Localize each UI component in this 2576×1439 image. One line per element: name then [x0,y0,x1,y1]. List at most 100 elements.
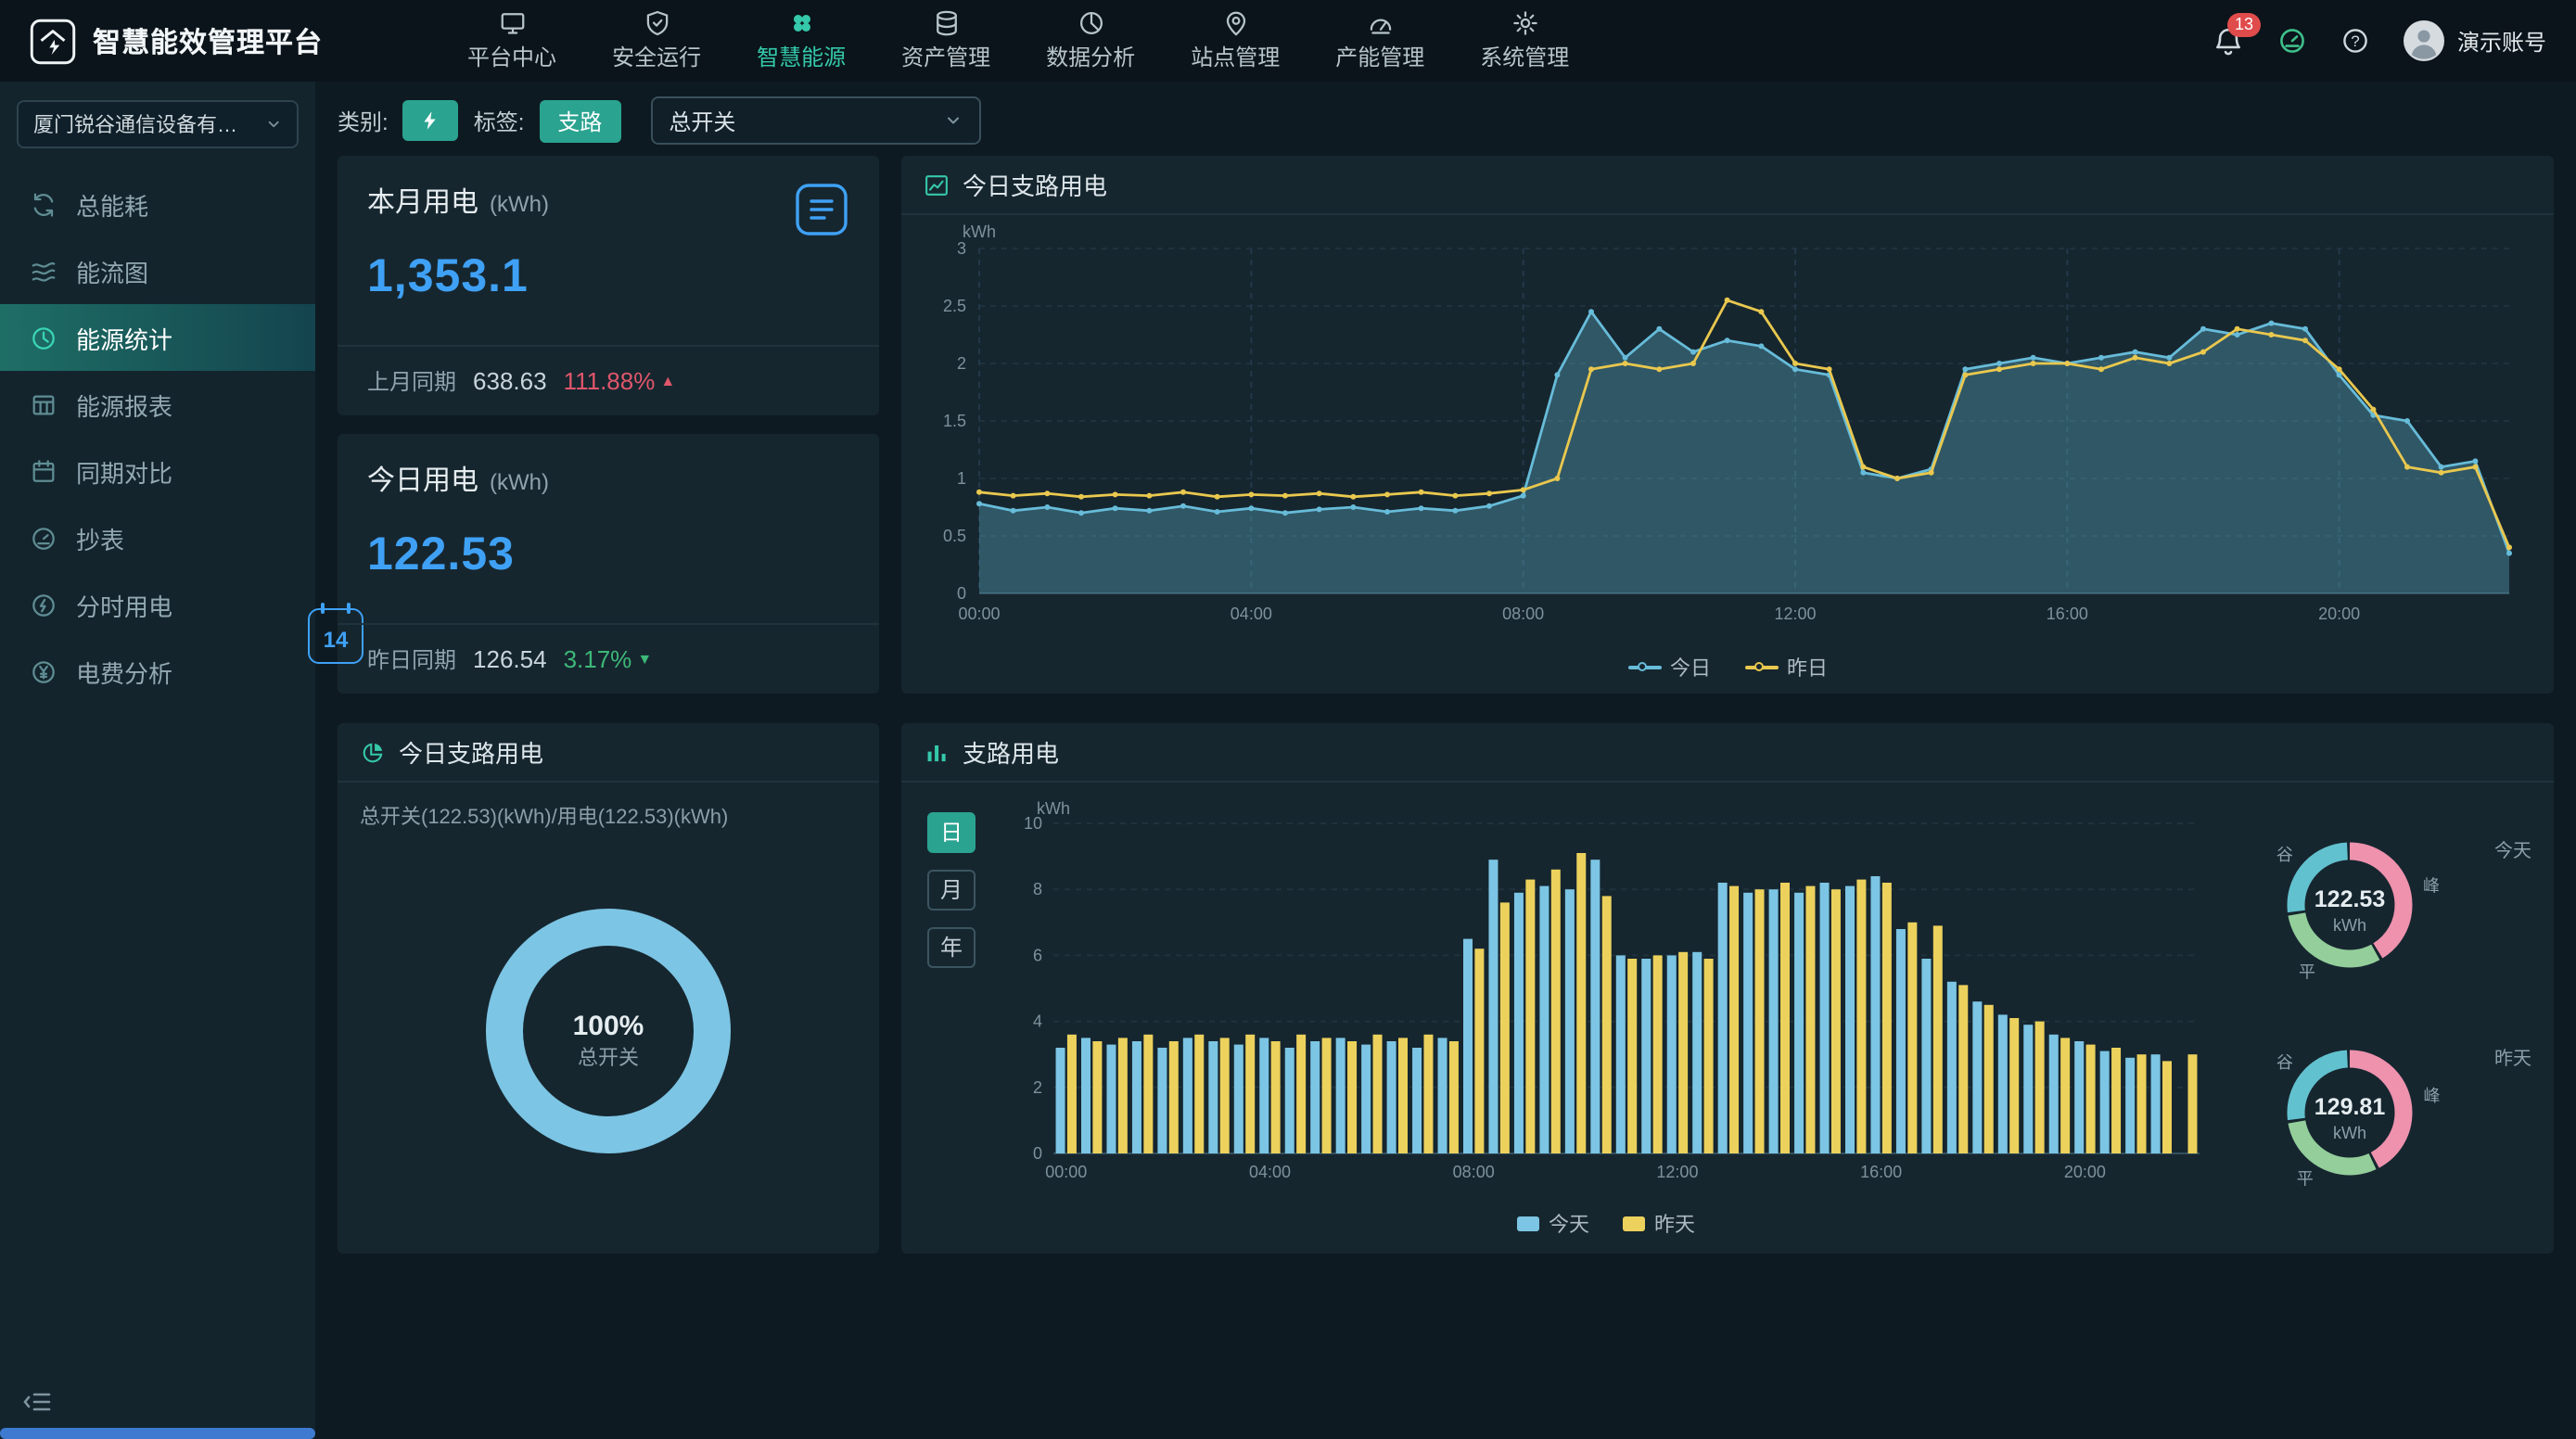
sidebar-item-period-compare[interactable]: 同期对比 [0,438,315,504]
filter-bar: 类别: 标签: 支路 总开关 [315,82,2576,145]
svg-text:0: 0 [1033,1144,1042,1163]
month-percent-value: 111.88% [564,367,656,395]
svg-text:峰: 峰 [2423,877,2440,896]
nav-item-asset-management[interactable]: 资产管理 [901,9,990,72]
line-chart-legend: 今日 昨日 [901,653,2554,682]
svg-text:12:00: 12:00 [1656,1163,1698,1181]
legend-line-marker [1627,666,1661,669]
legend-item-昨日[interactable]: 昨日 [1744,653,1828,682]
day-percent: 3.17% ▼ [564,645,653,673]
sidebar-item-label: 分时用电 [76,587,172,622]
legend-square-marker [1623,1216,1645,1231]
sidebar-item-energy-report[interactable]: 能源报表 [0,371,315,438]
svg-text:kWh: kWh [2333,1124,2366,1142]
svg-text:2: 2 [1033,1078,1042,1097]
sidebar-item-label: 能源统计 [76,320,172,355]
company-name: 厦门锐谷通信设备有限公司 [33,109,258,139]
legend-label: 今天 [1549,1209,1589,1239]
nav-item-label: 系统管理 [1480,41,1569,72]
sidebar-item-energy-stats[interactable]: 能源统计 [0,304,315,371]
asset-icon [932,9,960,37]
month-card-title: 本月用电 [367,182,478,221]
today-branch-donut-card: 今日支路用电 总开关(122.53)(kWh)/用电(122.53)(kWh) … [338,723,879,1254]
month-usage-value: 1,353.1 [367,250,849,304]
sidebar-item-meter-reading[interactable]: 抄表 [0,504,315,571]
today-usage-card: 今日用电 (kWh) 122.53 14 昨日同期 126.54 3.17% ▼ [338,434,879,694]
nav-item-label: 智慧能源 [757,41,846,72]
app-logo-icon [30,18,76,64]
svg-text:2.5: 2.5 [943,297,966,315]
svg-text:4: 4 [1033,1012,1042,1031]
branch-usage-bar-card: 支路用电 日月年 024681000:0004:0008:0012:0016:0… [901,723,2554,1254]
account-menu[interactable]: 演示账号 [2404,20,2546,61]
site-icon [1221,9,1249,37]
sidebar-item-energy-flow[interactable]: 能流图 [0,237,315,304]
nav-item-capacity-management[interactable]: 产能管理 [1335,9,1424,72]
sidebar-collapse-button[interactable] [22,1387,52,1417]
energy-stats-icon [30,324,57,351]
nav-item-system-management[interactable]: 系统管理 [1480,9,1569,72]
sidebar-item-label: 能源报表 [76,387,172,422]
chevron-down-icon [265,115,282,134]
monitor-gauge-icon[interactable] [2277,26,2307,56]
svg-text:2: 2 [957,354,966,373]
svg-text:00:00: 00:00 [1045,1163,1087,1181]
legend-item-今天[interactable]: 今天 [1517,1209,1589,1239]
nav-item-platform-center[interactable]: 平台中心 [467,9,556,72]
legend-line-marker [1744,666,1778,669]
bar-card-title: 支路用电 [963,734,1059,770]
company-select[interactable]: 厦门锐谷通信设备有限公司 [17,100,299,148]
brand: 智慧能效管理平台 [30,18,323,64]
nav-item-site-management[interactable]: 站点管理 [1191,9,1280,72]
platform-icon [498,9,526,37]
day-card-unit: (kWh) [490,469,549,495]
tag-label: 标签: [474,105,525,136]
tou-power-icon [30,591,57,618]
nav-item-label: 站点管理 [1191,41,1280,72]
switch-select-value: 总开关 [669,105,735,136]
account-name: 演示账号 [2457,25,2546,57]
legend-item-昨天[interactable]: 昨天 [1623,1209,1695,1239]
nav-item-label: 产能管理 [1335,41,1424,72]
month-compare-label: 上月同期 [367,365,456,397]
safety-icon [643,9,670,37]
svg-text:谷: 谷 [2276,846,2293,864]
svg-text:20:00: 20:00 [2318,605,2360,623]
branch-tag[interactable]: 支路 [539,99,620,142]
today-usage-value: 122.53 [367,528,849,582]
notification-badge: 13 [2227,12,2261,36]
sidebar-item-total-energy[interactable]: 总能耗 [0,171,315,237]
svg-text:04:00: 04:00 [1231,605,1272,623]
svg-text:100%: 100% [573,1011,644,1041]
energy-report-icon [30,390,57,418]
sidebar-item-cost-analysis[interactable]: 电费分析 [0,638,315,705]
data-analysis-icon [1077,9,1104,37]
today-branch-line-card: 今日支路用电 00.511.522.5300:0004:0008:0012:00… [901,156,2554,694]
legend-square-marker [1517,1216,1539,1231]
total-energy-icon [30,190,57,218]
help-icon[interactable]: ? [2340,26,2370,56]
period-button-日[interactable]: 日 [927,812,976,853]
trend-down-icon: ▼ [637,651,652,668]
period-button-月[interactable]: 月 [927,870,976,911]
nav-item-data-analysis[interactable]: 数据分析 [1046,9,1135,72]
svg-text:3: 3 [957,239,966,258]
nav-item-smart-energy[interactable]: 智慧能源 [757,9,846,72]
legend-item-今日[interactable]: 今日 [1627,653,1711,682]
line-chart: 00.511.522.5300:0004:0008:0012:0016:0020… [916,223,2539,638]
day-compare-label: 昨日同期 [367,643,456,675]
nav-item-safe-operation[interactable]: 安全运行 [612,9,701,72]
donut-subtitle: 总开关(122.53)(kWh)/用电(122.53)(kWh) [338,783,879,831]
svg-text:8: 8 [1033,880,1042,898]
sidebar-item-tou-power[interactable]: 分时用电 [0,571,315,638]
period-button-年[interactable]: 年 [927,927,976,968]
svg-text:0: 0 [957,584,966,603]
svg-text:6: 6 [1033,946,1042,964]
sidebar-item-label: 电费分析 [76,654,172,689]
switch-select[interactable]: 总开关 [650,96,980,145]
svg-text:今天: 今天 [2494,840,2531,861]
horizontal-scrollbar-thumb[interactable] [0,1428,315,1439]
category-electricity-button[interactable] [403,100,459,141]
svg-text:峰: 峰 [2424,1087,2441,1105]
notifications-button[interactable]: 13 [2213,25,2244,57]
